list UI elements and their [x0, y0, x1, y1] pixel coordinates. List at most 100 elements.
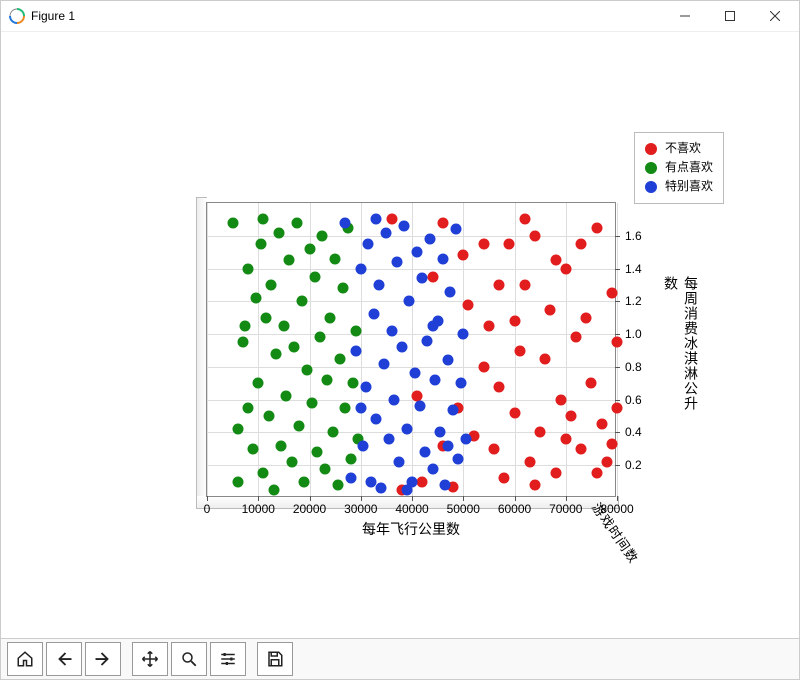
scatter-point: [284, 255, 295, 266]
scatter-point: [289, 342, 300, 353]
scatter-point: [576, 443, 587, 454]
scatter-point: [260, 312, 271, 323]
scatter-point: [237, 337, 248, 348]
scatter-point: [355, 402, 366, 413]
scatter-point: [414, 401, 425, 412]
scatter-point: [383, 434, 394, 445]
scatter-point: [296, 296, 307, 307]
scatter-point: [327, 427, 338, 438]
scatter-point: [489, 443, 500, 454]
scatter-point: [291, 217, 302, 228]
y-tick-label: 0.2: [615, 458, 642, 472]
legend-item: 不喜欢: [645, 139, 713, 158]
scatter-point: [545, 304, 556, 315]
axes3d[interactable]: 0100002000030000400005000060000700008000…: [206, 202, 616, 497]
scatter-point: [437, 253, 448, 264]
scatter-point: [576, 238, 587, 249]
titlebar[interactable]: Figure 1: [1, 1, 799, 32]
scatter-point: [448, 404, 459, 415]
scatter-point: [483, 320, 494, 331]
scatter-point: [606, 288, 617, 299]
scatter-point: [458, 329, 469, 340]
y-tick-label: 1.4: [615, 262, 642, 276]
scatter-point: [453, 453, 464, 464]
close-button[interactable]: [752, 1, 797, 31]
scatter-point: [330, 253, 341, 264]
scatter-point: [427, 320, 438, 331]
scatter-point: [304, 243, 315, 254]
scatter-point: [317, 230, 328, 241]
scatter-point: [345, 473, 356, 484]
scatter-point: [412, 247, 423, 258]
legend-swatch: [645, 162, 657, 174]
save-button[interactable]: [257, 642, 293, 676]
scatter-point: [232, 476, 243, 487]
scatter-point: [355, 263, 366, 274]
scatter-point: [391, 257, 402, 268]
scatter-point: [389, 394, 400, 405]
back-button[interactable]: [46, 642, 82, 676]
scatter-point: [417, 273, 428, 284]
scatter-point: [550, 468, 561, 479]
scatter-point: [450, 224, 461, 235]
scatter-point: [460, 434, 471, 445]
scatter-point: [381, 227, 392, 238]
y-axis-label: 每周消费冰淇淋公升数: [661, 276, 701, 424]
plot-canvas[interactable]: 不喜欢 有点喜欢 特别喜欢 01000020000300004000050000…: [1, 32, 799, 638]
scatter-point: [565, 411, 576, 422]
scatter-point: [286, 456, 297, 467]
scatter-point: [550, 255, 561, 266]
scatter-point: [399, 220, 410, 231]
scatter-point: [350, 325, 361, 336]
scatter-point: [312, 447, 323, 458]
scatter-point: [409, 368, 420, 379]
scatter-point: [504, 238, 515, 249]
pan-button[interactable]: [132, 642, 168, 676]
scatter-point: [419, 447, 430, 458]
scatter-point: [276, 440, 287, 451]
scatter-point: [427, 271, 438, 282]
maximize-button[interactable]: [707, 1, 752, 31]
nav-toolbar: [1, 638, 799, 679]
scatter-point: [499, 473, 510, 484]
scatter-point: [535, 427, 546, 438]
scatter-point: [606, 438, 617, 449]
scatter-point: [514, 345, 525, 356]
scatter-point: [348, 378, 359, 389]
scatter-point: [571, 332, 582, 343]
scatter-point: [243, 402, 254, 413]
scatter-point: [360, 381, 371, 392]
scatter-point: [530, 230, 541, 241]
scatter-point: [422, 335, 433, 346]
scatter-point: [404, 296, 415, 307]
scatter-point: [363, 238, 374, 249]
legend-swatch: [645, 181, 657, 193]
home-button[interactable]: [7, 642, 43, 676]
scatter-point: [442, 355, 453, 366]
scatter-point: [478, 238, 489, 249]
scatter-point: [581, 312, 592, 323]
scatter-point: [322, 375, 333, 386]
scatter-point: [314, 332, 325, 343]
scatter-point: [494, 381, 505, 392]
scatter-point: [435, 427, 446, 438]
scatter-point: [340, 217, 351, 228]
scatter-point: [494, 279, 505, 290]
forward-button[interactable]: [85, 642, 121, 676]
scatter-point: [255, 238, 266, 249]
scatter-point: [509, 316, 520, 327]
scatter-point: [271, 348, 282, 359]
scatter-point: [278, 320, 289, 331]
scatter-point: [509, 407, 520, 418]
x-axis-label: 每年飞行公里数: [362, 497, 460, 539]
configure-button[interactable]: [210, 642, 246, 676]
scatter-point: [263, 411, 274, 422]
scatter-point: [248, 443, 259, 454]
scatter-point: [591, 468, 602, 479]
minimize-button[interactable]: [662, 1, 707, 31]
scatter-point: [519, 279, 530, 290]
scatter-point: [266, 279, 277, 290]
scatter-point: [345, 453, 356, 464]
arrow-right-icon: [94, 650, 112, 668]
zoom-button[interactable]: [171, 642, 207, 676]
